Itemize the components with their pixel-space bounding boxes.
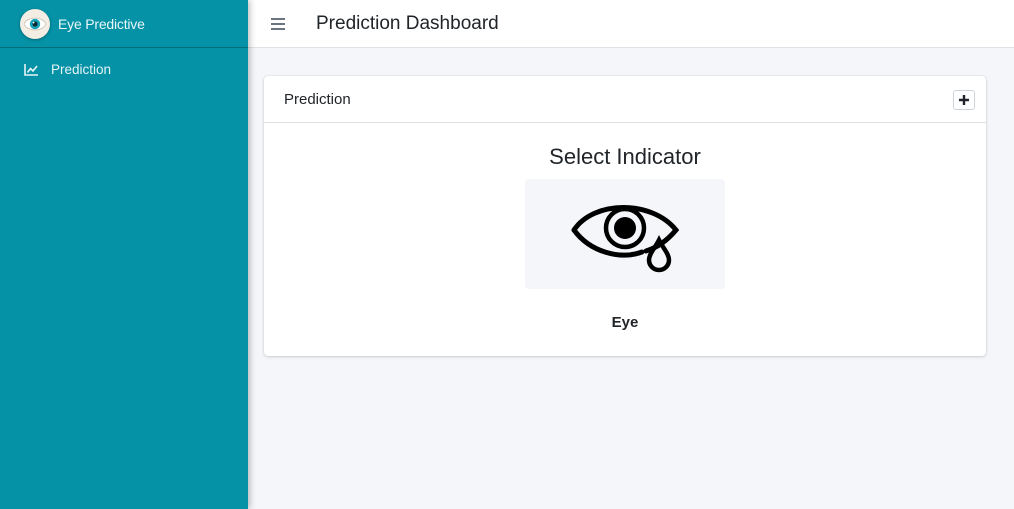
brand-name: Eye Predictive [58,15,145,32]
card-title: Prediction [284,90,351,108]
card-header: Prediction [264,76,986,123]
prediction-card: Prediction Select Indicator Eye [264,76,986,356]
hamburger-menu-icon[interactable] [271,17,285,30]
page-title: Prediction Dashboard [316,12,499,34]
top-navbar: Prediction Dashboard [248,0,1014,48]
brand-link[interactable]: Eye Predictive [0,0,248,48]
chart-line-icon [24,62,40,76]
indicator-eye-button[interactable] [525,179,725,289]
eye-logo-icon [20,8,50,39]
expand-button[interactable] [953,90,975,110]
sidebar-item-label: Prediction [51,61,112,77]
eye-tear-icon [571,205,680,273]
card-body: Select Indicator Eye [264,123,986,355]
indicator-label: Eye [611,314,639,331]
indicator-title: Select Indicator [549,144,701,169]
sidebar-item-prediction[interactable]: Prediction [0,58,248,80]
sidebar: Eye Predictive Prediction [0,0,248,509]
plus-icon [959,95,969,105]
sidebar-nav: Prediction [0,48,248,80]
